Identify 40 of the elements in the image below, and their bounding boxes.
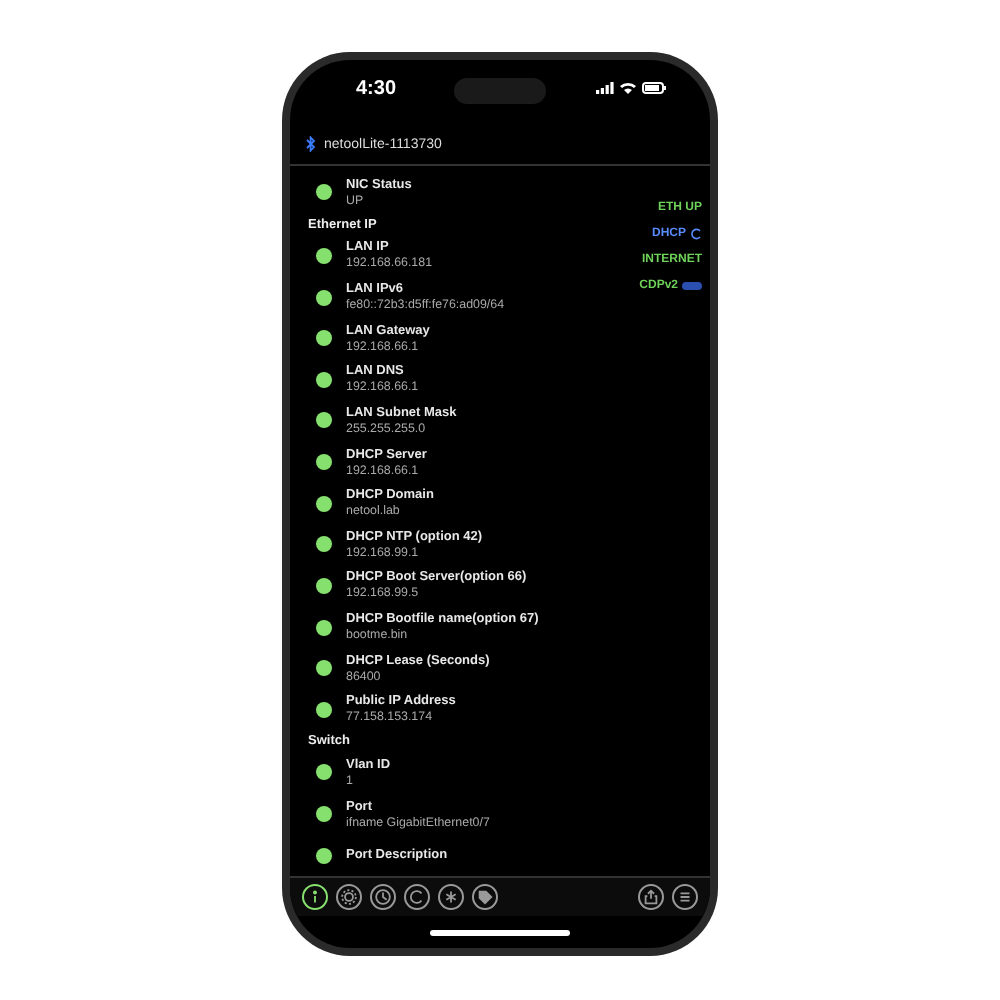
camera-notch-icon xyxy=(454,78,546,104)
refresh-icon xyxy=(408,888,426,906)
status-dot-icon xyxy=(316,289,332,306)
home-indicator xyxy=(430,930,570,936)
status-dot-icon xyxy=(316,412,332,429)
settings-button[interactable] xyxy=(336,884,362,910)
status-dot-icon xyxy=(316,247,332,264)
info-button[interactable] xyxy=(302,884,328,910)
status-dot-icon xyxy=(316,495,332,512)
battery-icon xyxy=(642,82,666,94)
status-dot-icon xyxy=(316,184,332,201)
signal-icon xyxy=(596,82,614,94)
bluetooth-icon xyxy=(306,136,316,152)
status-dot-icon xyxy=(316,619,332,636)
status-dot-icon xyxy=(316,764,332,781)
tag-button[interactable] xyxy=(472,884,498,910)
asterisk-icon xyxy=(442,888,460,906)
status-dot-icon xyxy=(316,454,332,471)
tag-icon xyxy=(476,888,494,906)
share-icon xyxy=(642,888,660,906)
status-dot-icon xyxy=(316,847,332,864)
status-time: 4:30 xyxy=(356,77,397,99)
status-dot-icon xyxy=(316,701,332,718)
list-icon xyxy=(676,888,694,906)
gear-icon xyxy=(340,888,358,906)
refresh-button[interactable] xyxy=(404,884,430,910)
status-dot-icon xyxy=(316,806,332,823)
star-button[interactable] xyxy=(438,884,464,910)
status-dot-icon xyxy=(316,371,332,388)
status-dot-icon xyxy=(316,330,332,347)
refresh-icon xyxy=(690,228,702,240)
status-dot-icon xyxy=(316,660,332,677)
clock-button[interactable] xyxy=(370,884,396,910)
wifi-icon xyxy=(620,82,636,94)
status-dot-icon xyxy=(316,536,332,553)
tag-icon xyxy=(682,282,702,290)
share-button[interactable] xyxy=(638,884,664,910)
clock-icon xyxy=(374,888,392,906)
status-dot-icon xyxy=(316,577,332,594)
list-button[interactable] xyxy=(672,884,698,910)
